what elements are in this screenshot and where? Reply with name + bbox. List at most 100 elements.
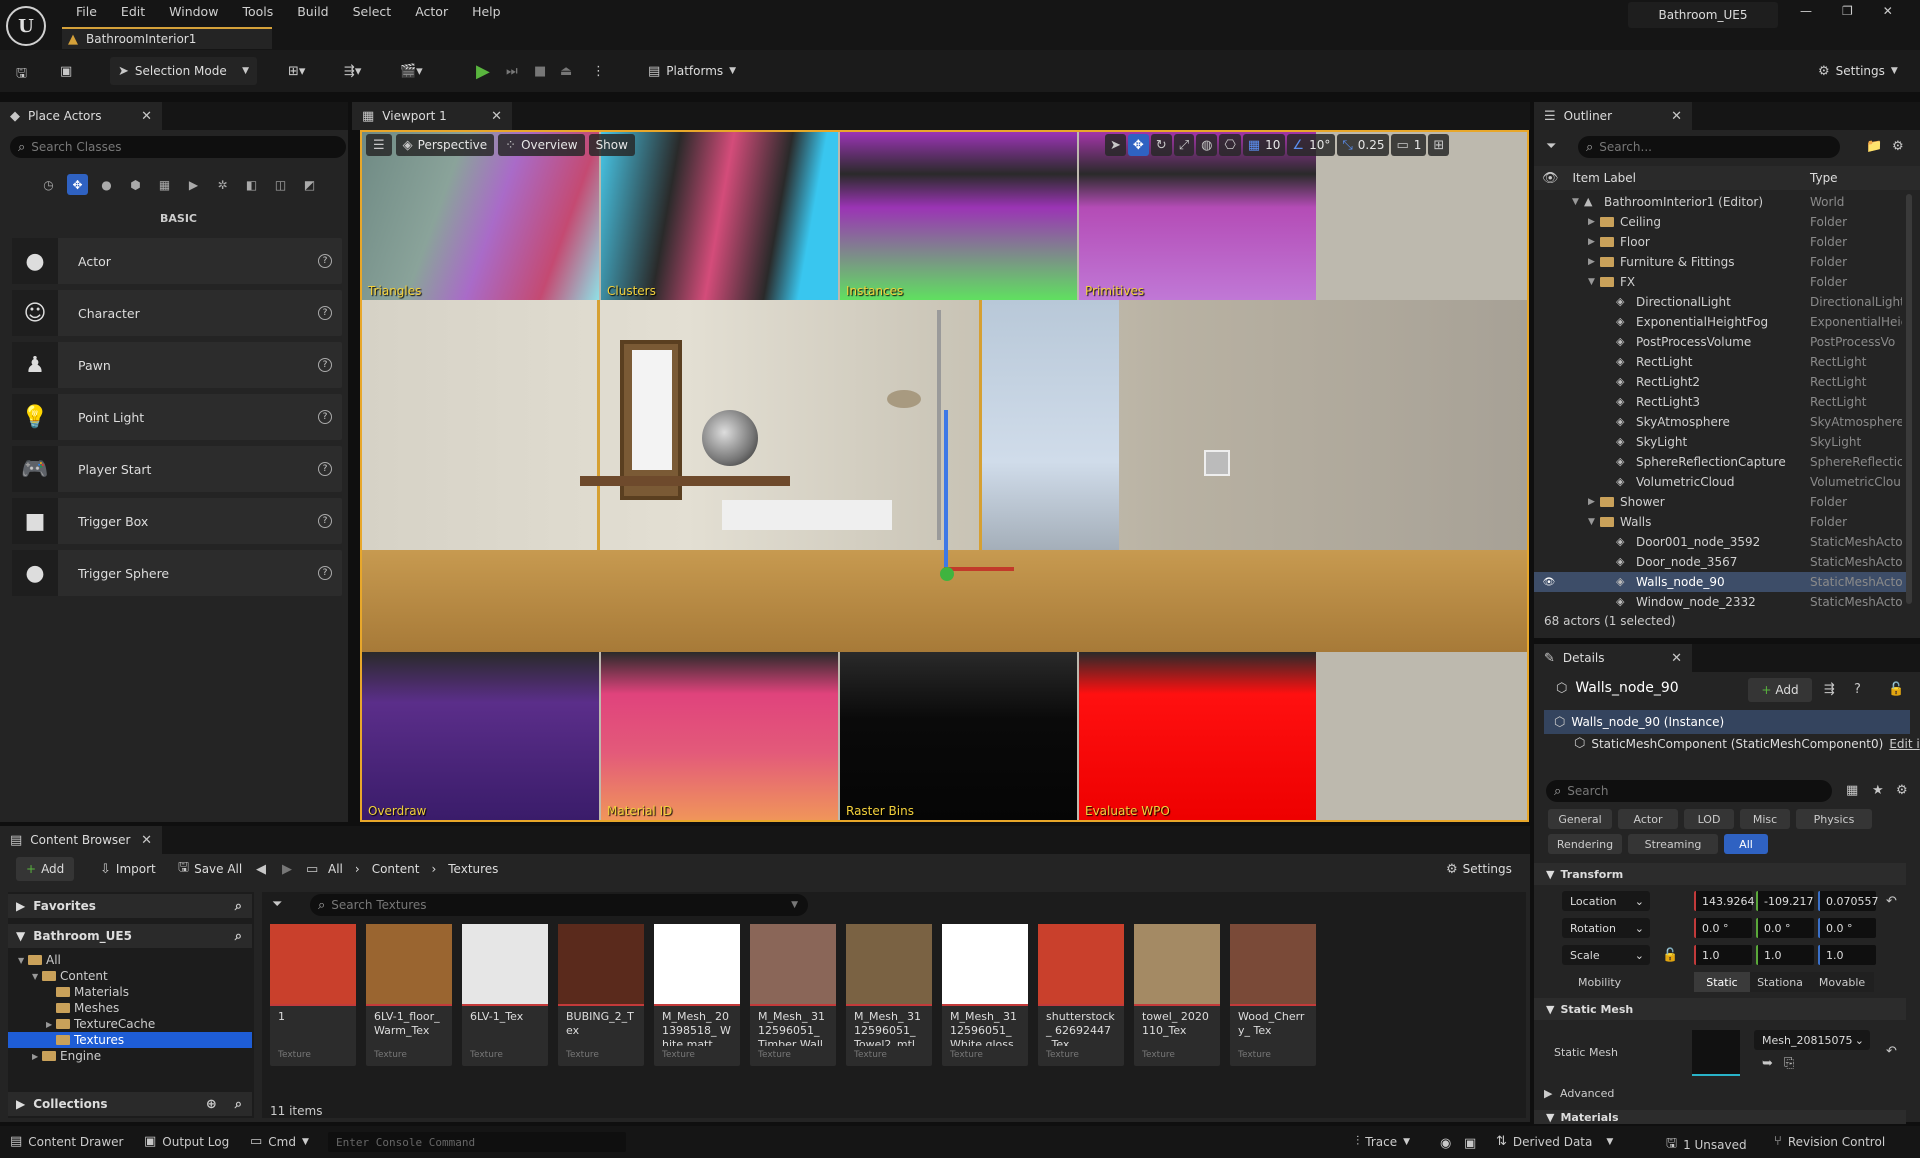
scale-snap-button[interactable]: ⤡ 0.25 [1337, 134, 1390, 156]
more-options-icon[interactable]: ⋮ [592, 64, 605, 79]
filter-general[interactable]: General [1548, 809, 1612, 829]
chevron-down-icon[interactable]: ▼ [32, 972, 42, 981]
shapes-category-icon[interactable]: ⬢ [125, 174, 146, 195]
chevron-right-icon[interactable]: ▶ [1588, 237, 1600, 247]
menu-help[interactable]: Help [460, 0, 513, 24]
gear-icon[interactable]: ⚙ [1892, 139, 1904, 154]
asset-tile[interactable]: 1 Texture [270, 924, 356, 1066]
close-icon[interactable]: ✕ [491, 109, 502, 124]
outliner-row[interactable]: ◈ Window_node_2332 StaticMeshActo [1534, 592, 1906, 612]
folder-tree-item[interactable]: Meshes [8, 1000, 252, 1016]
minimize-icon[interactable]: — [1800, 4, 1812, 18]
menu-tools[interactable]: Tools [230, 0, 285, 24]
outliner-row[interactable]: ◈ Door_node_3567 StaticMeshActo [1534, 552, 1906, 572]
import-button[interactable]: ⇩ Import [90, 857, 166, 881]
selection-mode-dropdown[interactable]: ➤ Selection Mode ▼ [110, 57, 257, 85]
materials-section[interactable]: ▼ Materials [1534, 1110, 1906, 1124]
asset-tile[interactable]: BUBING_2_Tex Texture [558, 924, 644, 1066]
chevron-down-icon[interactable]: ▼ [1588, 517, 1600, 527]
location-dropdown[interactable]: Location ⌄ [1562, 891, 1650, 911]
outliner-row[interactable]: ◈ RectLight2 RectLight [1534, 372, 1906, 392]
help-icon[interactable]: ? [318, 254, 332, 268]
chevron-down-icon[interactable]: ▼ [18, 956, 28, 965]
volumes-category-icon[interactable]: ✲ [212, 174, 233, 195]
search-icon[interactable]: ⌕ [235, 899, 242, 914]
asset-tile[interactable]: M_Mesh_ 3112596051_ Timber Walls Texture [750, 924, 836, 1066]
platforms-dropdown[interactable]: ▤ Platforms ▼ [640, 57, 744, 85]
asset-tile[interactable]: M_Mesh_ 3112596051_ White gloss Texture [942, 924, 1028, 1066]
asset-tile[interactable]: 6LV-1_Tex Texture [462, 924, 548, 1066]
actor-item-actor[interactable]: ● Actor ? [12, 238, 342, 284]
col-type[interactable]: Type [1810, 171, 1838, 185]
show-button[interactable]: Show [588, 134, 635, 156]
maximize-viewport-button[interactable]: ⊞ [1428, 134, 1450, 156]
visibility-eye-icon[interactable]: 👁 [1534, 577, 1564, 588]
search-icon[interactable]: ⌕ [235, 1097, 242, 1112]
close-icon[interactable]: ✕ [1671, 651, 1682, 666]
unreal-logo-icon[interactable]: U [6, 6, 46, 46]
static-mesh-section[interactable]: ▼ Static Mesh [1534, 998, 1906, 1020]
back-icon[interactable]: ◀ [256, 862, 266, 877]
mobility-stationary[interactable]: Stationa [1750, 972, 1810, 992]
plugins-category-icon[interactable]: ◩ [299, 174, 320, 195]
crumb-all[interactable]: All [328, 862, 343, 876]
stop-icon[interactable]: ■ [534, 64, 546, 79]
outliner-row[interactable]: ▶ Shower Folder [1534, 492, 1906, 512]
outliner-row[interactable]: ▼ Walls Folder [1534, 512, 1906, 532]
camera-speed-button[interactable]: ▭ 1 [1391, 134, 1427, 156]
step-icon[interactable]: ⏭ [506, 64, 518, 79]
viewport-tab[interactable]: ▦ Viewport 1 ✕ [352, 102, 512, 130]
eject-icon[interactable]: ⏏ [560, 64, 572, 79]
chevron-right-icon[interactable]: ▶ [1588, 497, 1600, 507]
component-row[interactable]: ⬡ StaticMeshComponent (StaticMeshCompone… [1574, 736, 1920, 751]
filter-icon[interactable]: ⏷ [1546, 139, 1556, 154]
grid-snap-button[interactable]: ▦ 10 [1242, 134, 1286, 156]
lock-icon[interactable]: 🔓 [1662, 948, 1678, 963]
folder-tree-item[interactable]: Textures [8, 1032, 252, 1048]
save-all-button[interactable]: 🖫 Save All [168, 857, 252, 881]
level-viewport[interactable]: Triangles Clusters Instances Primitives … [360, 130, 1529, 822]
search-textures-input[interactable]: ⌕ Search Textures ▼ [310, 894, 808, 916]
place-actors-tab[interactable]: ◆ Place Actors ✕ [0, 102, 162, 130]
filter-rendering[interactable]: Rendering [1548, 834, 1622, 854]
chevron-down-icon[interactable]: ▼ [1572, 197, 1584, 207]
screenshot-icon[interactable]: ▣ [1464, 1136, 1476, 1151]
save-icon[interactable]: 🖫 [16, 64, 27, 86]
asset-tile[interactable]: Wood_Cherry_ Tex Texture [1230, 924, 1316, 1066]
output-log-button[interactable]: ▣ Output Log [144, 1134, 229, 1149]
add-collection-icon[interactable]: ⊕ [206, 1097, 217, 1112]
add-actor-icon[interactable]: ⊞▾ [288, 64, 305, 79]
rotate-tool-button[interactable]: ↻ [1150, 134, 1172, 156]
scale-y-input[interactable]: 1.0 [1756, 945, 1814, 965]
filter-misc[interactable]: Misc [1740, 809, 1790, 829]
perspective-button[interactable]: ◈ Perspective [395, 134, 495, 156]
transform-section[interactable]: ▼ Transform [1534, 863, 1906, 885]
outliner-scrollbar[interactable] [1906, 194, 1912, 604]
browse-icon[interactable]: ▣ [60, 64, 72, 79]
menu-edit[interactable]: Edit [109, 0, 157, 24]
lights-category-icon[interactable]: ● [96, 174, 117, 195]
menu-window[interactable]: Window [157, 0, 230, 24]
project-header[interactable]: ▼ Bathroom_UE5 ⌕ [8, 924, 252, 948]
actor-item-point-light[interactable]: 💡 Point Light ? [12, 394, 342, 440]
help-icon[interactable]: ? [1854, 682, 1861, 697]
outliner-row[interactable]: ◈ SkyLight SkyLight [1534, 432, 1906, 452]
unsaved-button[interactable]: 🖫 1 Unsaved [1666, 1134, 1747, 1156]
level-tab[interactable]: ▲ BathroomInterior1 [62, 27, 272, 49]
outliner-row[interactable]: ▶ Ceiling Folder [1534, 212, 1906, 232]
help-icon[interactable]: ? [318, 514, 332, 528]
outliner-row[interactable]: ◈ VolumetricCloud VolumetricClou [1534, 472, 1906, 492]
folder-tree-item[interactable]: Materials [8, 984, 252, 1000]
location-x-input[interactable]: 143.9264 [1694, 891, 1755, 911]
outliner-row[interactable]: 👁 ◈ Walls_node_90 StaticMeshActo [1534, 572, 1906, 592]
basic-category-icon[interactable]: ✥ [67, 174, 88, 195]
rotation-y-input[interactable]: 0.0 ° [1756, 918, 1814, 938]
visual-effects-category-icon[interactable]: ▶ [183, 174, 204, 195]
close-icon[interactable]: ✕ [141, 833, 152, 848]
outliner-row[interactable]: ▼ ▲ BathroomInterior1 (Editor) World [1534, 192, 1906, 212]
surface-snap-button[interactable]: ⎔ [1219, 134, 1241, 156]
main-scene-view[interactable] [362, 300, 1527, 652]
select-tool-button[interactable]: ➤ [1105, 134, 1126, 156]
reset-arrow-icon[interactable]: ↶ [1886, 1044, 1897, 1059]
asset-tile[interactable]: M_Mesh_ 201398518_ White matt Texture [654, 924, 740, 1066]
